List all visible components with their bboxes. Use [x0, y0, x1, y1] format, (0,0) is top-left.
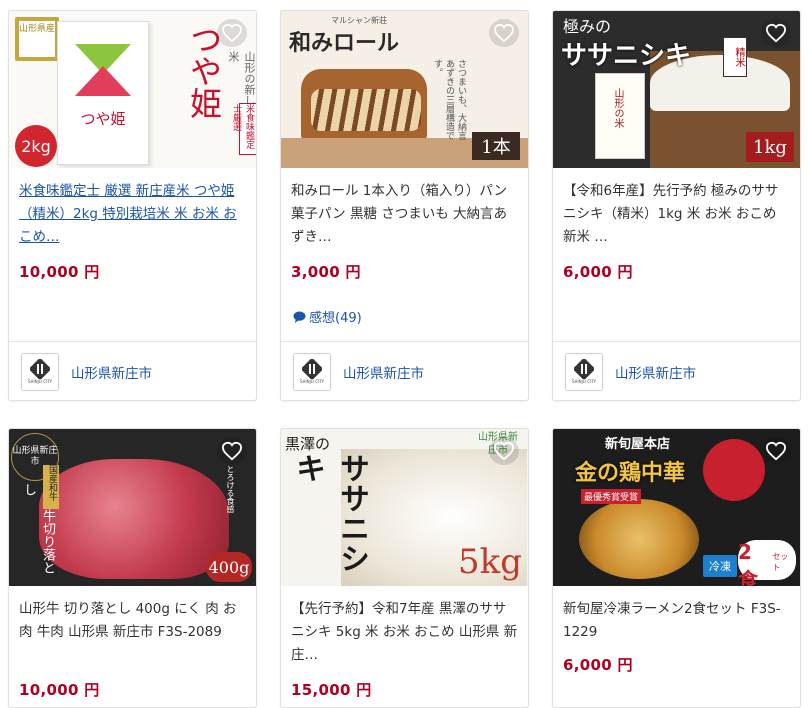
serving-badge: 2食: [738, 540, 758, 586]
favorite-heart-icon[interactable]: [761, 19, 791, 47]
product-title[interactable]: 新旬屋冷凍ラーメン2食セット F3S-1229: [563, 598, 790, 644]
review-link[interactable]: 感想(49): [293, 307, 362, 326]
product-card[interactable]: 山形県産 つや姫 つや姫 山形の新しいお米 米食味鑑定士厳選 2kg 米食味鑑定…: [8, 10, 257, 401]
product-title[interactable]: 【先行予約】令和7年産 黒澤のササニシキ 5kg 米 お米 おこめ 山形県 新庄…: [291, 598, 518, 667]
product-title[interactable]: 山形牛 切り落とし 400g にく 肉 お肉 牛肉 山形県 新庄市 F3S-20…: [19, 598, 246, 644]
favorite-heart-icon[interactable]: [217, 19, 247, 47]
product-card[interactable]: 山形の米 極みの ササニシキ 精米 1kg 【令和6年産】先行予約 極みのササニ…: [552, 10, 801, 401]
product-price: 3,000 円: [291, 263, 361, 281]
product-title[interactable]: 【令和6年産】先行予約 極みのササニシキ（精米）1kg 米 お米 おこめ 新米 …: [563, 180, 790, 249]
speech-bubble-icon: [293, 310, 306, 323]
favorite-heart-icon[interactable]: [761, 437, 791, 465]
product-price: 6,000 円: [563, 263, 633, 281]
favorite-heart-icon[interactable]: [217, 437, 247, 465]
seller-logo: SHINJO CITY: [293, 352, 331, 391]
brand-text: 和みロール: [289, 30, 400, 56]
product-card[interactable]: 新旬屋本店 金の鶏中華 最優秀賞受賞 冷凍 2食 セット 新旬屋冷凍ラーメン2食…: [552, 428, 801, 708]
seller-logo: SHINJO CITY: [21, 352, 59, 391]
seller-name-link[interactable]: 山形県新庄市: [615, 362, 696, 382]
brand-text: 金の鶏中華: [575, 460, 686, 486]
product-title[interactable]: 和みロール 1本入り（箱入り）パン 菓子パン 黒糖 さつまいも 大納言あずき…: [291, 180, 518, 249]
product-card[interactable]: 山形県新庄市 山形牛切り落とし 国産和牛 とろける食感 400g 山形牛 切り落…: [8, 428, 257, 708]
seller-row[interactable]: SHINJO CITY 山形県新庄市: [281, 341, 528, 400]
product-title-link[interactable]: 米食味鑑定士 厳選 新庄産米 つや姫（精米）2kg 特別栽培米 米 お米 おこめ…: [19, 180, 246, 249]
count-badge: 1本: [472, 132, 520, 160]
seller-logo: SHINJO CITY: [565, 352, 603, 391]
favorite-heart-icon[interactable]: [489, 437, 519, 465]
seller-name-link[interactable]: 山形県新庄市: [343, 362, 424, 382]
product-price: 15,000 円: [291, 681, 372, 699]
weight-badge: 2kg: [15, 125, 57, 167]
product-price: 6,000 円: [563, 656, 633, 674]
brand-text: ササニシキ: [561, 41, 692, 71]
seller-row[interactable]: SHINJO CITY 山形県新庄市: [553, 341, 800, 400]
product-price: 10,000 円: [19, 263, 100, 281]
brand-text: ササニシキ: [290, 453, 369, 573]
weight-badge: 1kg: [746, 132, 794, 162]
product-card[interactable]: 和みロール マルシャン新荘 さつまいも、大納言あずきの三層構造です。 1本 和み…: [280, 10, 529, 401]
seller-row[interactable]: SHINJO CITY 山形県新庄市: [9, 341, 256, 400]
product-card[interactable]: 黒澤の ササニシキ 山形県新庄市 5kg 【先行予約】令和7年産 黒澤のササニシ…: [280, 428, 529, 708]
weight-badge: 400g: [206, 552, 252, 582]
seller-name-link[interactable]: 山形県新庄市: [71, 362, 152, 382]
weight-badge: 5kg: [458, 542, 522, 582]
favorite-heart-icon[interactable]: [489, 19, 519, 47]
product-price: 10,000 円: [19, 681, 100, 699]
